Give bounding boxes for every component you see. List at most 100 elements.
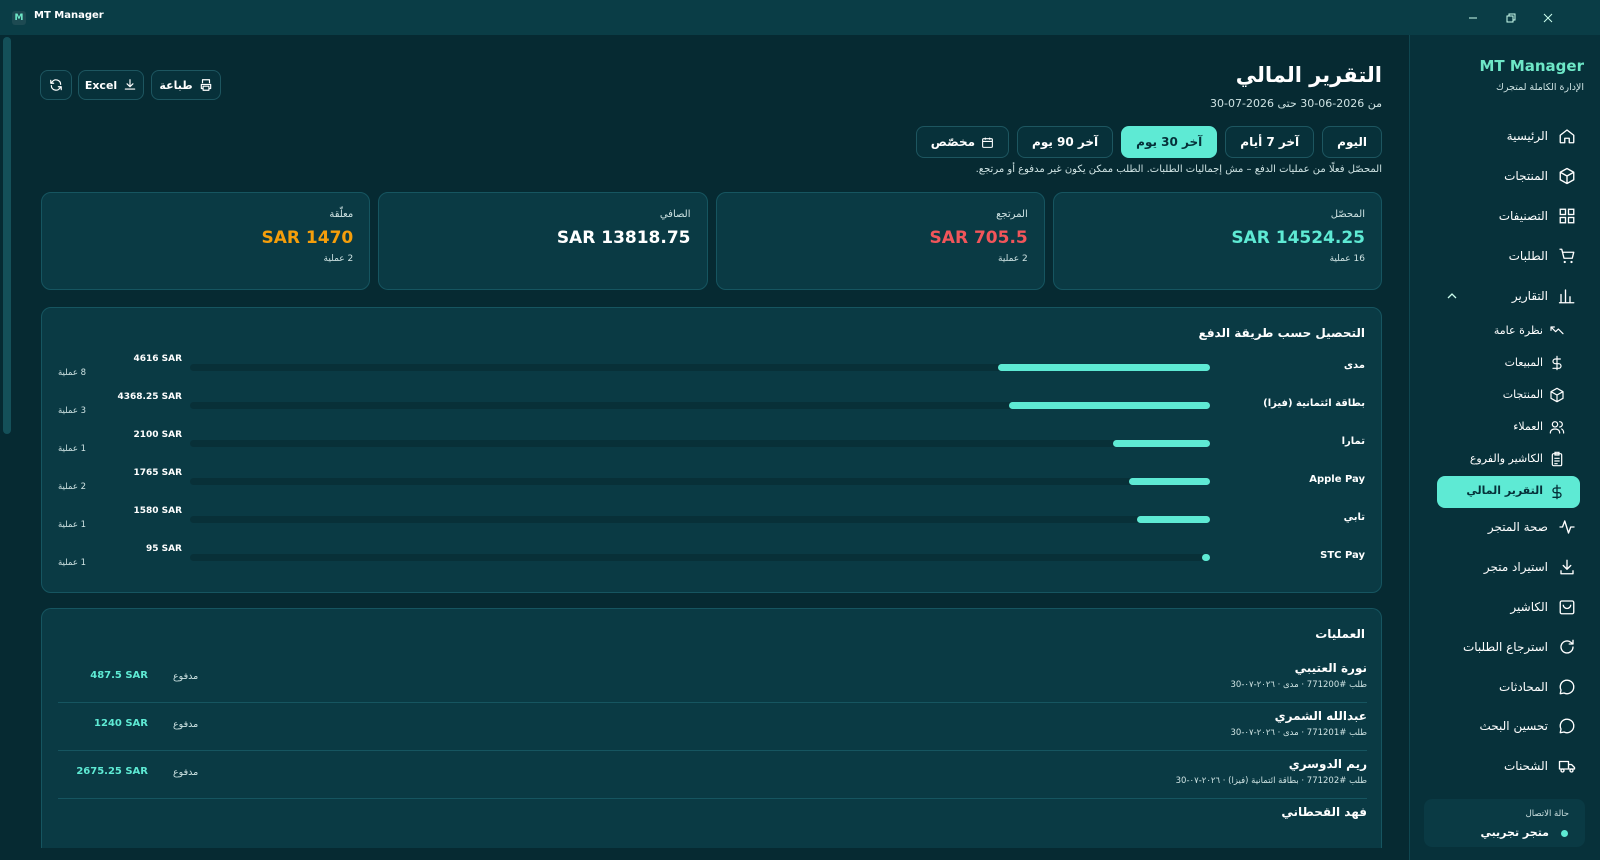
sidebar-item-cashier[interactable]: الكاشير — [1409, 590, 1600, 626]
cart-icon — [1559, 248, 1575, 264]
sidebar-item-orders[interactable]: الطلبات — [1409, 239, 1600, 275]
payment-count: 1 عملية — [58, 444, 87, 454]
date-range: من 2026-06-30 حتى 2026-07-30 — [1210, 97, 1382, 110]
dollar-icon — [1552, 484, 1562, 500]
payment-method-name: مدى — [1343, 360, 1365, 371]
refresh-button[interactable] — [40, 70, 72, 100]
sidebar-item-label: الشحنات — [1503, 759, 1548, 773]
sidebar-item-label: نظرة عامة — [1493, 324, 1543, 337]
transaction-row[interactable]: نورة العتيبي طلب #771200 · مدى · ٢٠٢٦-٠٧… — [58, 655, 1367, 703]
payment-method-row: مدى 4616 SAR 8 عملية — [42, 346, 1381, 384]
pulse-icon — [1559, 520, 1575, 534]
stat-card-net: الصافي 13818.75 SAR — [378, 192, 708, 290]
sidebar-item-label: الكاشير والفروع — [1469, 452, 1543, 465]
stat-count: 2 عملية — [323, 254, 354, 264]
excel-label: Excel — [84, 78, 118, 92]
brand-name: MT Manager — [1479, 57, 1584, 75]
chevron-up-icon[interactable] — [1447, 291, 1457, 301]
payment-method-row: تابي 1580 SAR 1 عملية — [42, 498, 1381, 536]
payment-count: 3 عملية — [58, 406, 87, 416]
transaction-meta: طلب #771202 · بطاقة ائتمانية (فيزا) · ٢٠… — [1175, 776, 1367, 786]
stat-card-collected: المحصّل 14524.25 SAR 16 عملية — [1052, 192, 1382, 290]
download-icon — [124, 79, 136, 90]
transaction-row[interactable]: ريم الدوسري طلب #771202 · بطاقة ائتمانية… — [58, 751, 1367, 799]
brand-subtitle: الإدارة الكاملة لمتجرك — [1496, 82, 1584, 93]
payment-bar-track — [190, 402, 1210, 409]
sidebar-item-label: المنتجات — [1504, 169, 1548, 183]
sidebar-item-store-import[interactable]: استيراد متجر — [1409, 550, 1600, 586]
transaction-meta: طلب #771200 · مدى · ٢٠٢٦-٠٧-30 — [1230, 680, 1367, 690]
sidebar-subitem-products[interactable]: المنتجات — [1409, 382, 1600, 410]
sidebar-item-label: صحة المتجر — [1487, 520, 1548, 534]
period-custom[interactable]: مخصّص — [915, 126, 1010, 158]
sidebar-item-shipments[interactable]: الشحنات — [1409, 749, 1600, 785]
status-dot — [1561, 830, 1568, 837]
bar-chart-icon — [1558, 289, 1575, 304]
sidebar-item-label: المنتجات — [1502, 388, 1543, 401]
period-90-days[interactable]: آخر 90 يوم — [1017, 126, 1114, 158]
sidebar-subitem-overview[interactable]: نظرة عامة — [1409, 318, 1600, 346]
grid-icon — [1559, 208, 1575, 224]
refresh-icon — [50, 79, 62, 91]
sidebar-subitem-financial-report[interactable]: التقرير المالي — [1437, 476, 1580, 508]
close-icon[interactable] — [1538, 8, 1558, 28]
payment-methods-card: التحصيل حسب طريقة الدفع مدى 4616 SAR 8 عمل… — [41, 307, 1382, 593]
chat-icon — [1559, 679, 1575, 695]
sidebar-item-label: التصنيفات — [1498, 209, 1548, 223]
calendar-icon — [982, 137, 993, 148]
payment-method-row: تمارا 2100 SAR 1 عملية — [42, 422, 1381, 460]
payment-method-name: تابي — [1343, 512, 1365, 523]
payment-status: مدفوع — [173, 767, 199, 778]
sidebar-subitem-sales[interactable]: المبيعات — [1409, 350, 1600, 378]
payment-count: 1 عملية — [58, 558, 87, 568]
period-7-days[interactable]: آخر 7 أيام — [1225, 126, 1315, 158]
payment-bar — [1128, 478, 1210, 485]
sidebar-item-label: الطلبات — [1508, 249, 1548, 263]
payment-amount: 4368.25 SAR — [117, 392, 182, 402]
home-icon — [1559, 129, 1575, 144]
print-button[interactable]: طباعة — [151, 70, 221, 100]
register-icon — [1559, 600, 1575, 615]
payment-bar-track — [190, 440, 1210, 447]
stat-count: 2 عملية — [998, 254, 1028, 264]
payments-note: المحصّل فعلًا من عمليات الدفع – مش إجمال… — [975, 164, 1382, 175]
sidebar-subitem-cashier-branches[interactable]: الكاشير والفروع — [1409, 446, 1600, 474]
sidebar-subitem-customers[interactable]: العملاء — [1409, 414, 1600, 442]
transaction-row[interactable]: عبدالله الشمري طلب #771201 · مدى · ٢٠٢٦-… — [58, 703, 1367, 751]
transactions-title: العمليات — [1315, 627, 1365, 641]
connection-status: حالة الاتصال متجر تجريبي — [1424, 799, 1585, 847]
truck-icon — [1558, 760, 1576, 773]
sidebar-item-order-returns[interactable]: استرجاع الطلبات — [1409, 630, 1600, 666]
box-icon — [1550, 387, 1564, 403]
refresh-icon — [1560, 639, 1574, 654]
sidebar-item-store-health[interactable]: صحة المتجر — [1409, 510, 1600, 546]
minimize-icon[interactable] — [1463, 8, 1483, 28]
sidebar-item-label: العملاء — [1513, 420, 1543, 433]
sidebar-item-conversations[interactable]: المحادثات — [1409, 670, 1600, 706]
printer-icon — [200, 79, 211, 91]
transaction-row[interactable]: فهد القحطاني — [58, 799, 1367, 847]
period-today[interactable]: اليوم — [1322, 126, 1382, 158]
excel-button[interactable]: Excel — [78, 70, 144, 100]
sidebar-item-categories[interactable]: التصنيفات — [1409, 199, 1600, 235]
transaction-amount: 487.5 SAR — [90, 670, 148, 681]
sidebar-item-reports[interactable]: التقارير — [1409, 279, 1600, 315]
title-bar: M MT Manager — [0, 0, 1600, 35]
payment-method-name: تمارا — [1341, 436, 1365, 447]
clipboard-icon — [1551, 451, 1563, 467]
sidebar-item-home[interactable]: الرئيسية — [1409, 119, 1600, 155]
payment-method-name: STC Pay — [1320, 550, 1365, 561]
left-scrollbar[interactable] — [3, 37, 11, 434]
payment-method-name: Apple Pay — [1309, 474, 1365, 485]
sidebar-item-label: استرجاع الطلبات — [1462, 640, 1548, 654]
period-30-days[interactable]: آخر 30 يوم — [1121, 126, 1218, 158]
payment-methods-title: التحصيل حسب طريقة الدفع — [1198, 326, 1366, 340]
payment-method-name: بطاقة ائتمانية (فيزا) — [1263, 398, 1365, 409]
dollar-icon — [1552, 355, 1562, 371]
payment-amount: 1580 SAR — [133, 506, 182, 516]
stat-label: المحصّل — [1330, 209, 1365, 220]
restore-icon[interactable] — [1501, 8, 1521, 28]
sidebar-item-products[interactable]: المنتجات — [1409, 159, 1600, 195]
sidebar-item-search-optimization[interactable]: تحسين البحث — [1409, 709, 1600, 745]
payment-status: مدفوع — [173, 719, 199, 730]
